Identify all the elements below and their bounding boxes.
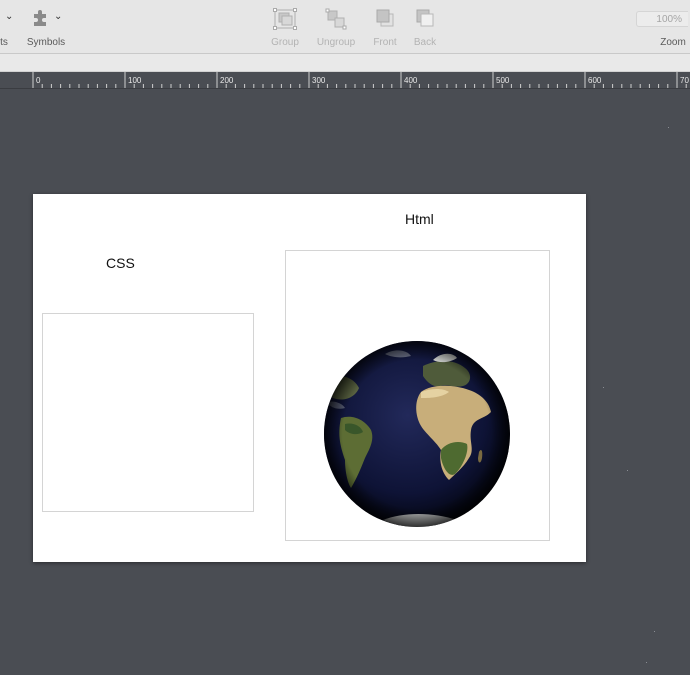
ruler-label-600: 600 xyxy=(588,76,602,85)
background-star xyxy=(603,387,604,388)
background-star xyxy=(646,662,647,663)
ruler-label-300: 300 xyxy=(312,76,326,85)
group-button[interactable]: Group xyxy=(265,0,305,53)
ruler-label-400: 400 xyxy=(404,76,418,85)
symbols-button[interactable]: ⌄ Symbols xyxy=(22,0,70,53)
group-icon xyxy=(273,8,297,30)
chevron-down-icon[interactable]: ⌄ xyxy=(5,11,13,22)
group-label: Group xyxy=(271,37,299,48)
html-text-label[interactable]: Html xyxy=(405,211,434,227)
background-star xyxy=(627,470,628,471)
ungroup-label: Ungroup xyxy=(316,37,356,48)
ungroup-button[interactable]: Ungroup xyxy=(314,0,358,53)
ungroup-icon xyxy=(325,8,347,30)
back-label: Back xyxy=(413,37,437,48)
zoom-label: Zoom xyxy=(660,37,686,48)
earth-globe-image[interactable] xyxy=(323,340,511,528)
zoom-field[interactable]: 100% xyxy=(636,11,688,27)
background-star xyxy=(654,631,655,632)
toolbar-divider-strip xyxy=(0,54,690,72)
background-star xyxy=(668,127,669,128)
ruler-label-200: 200 xyxy=(220,76,234,85)
ruler-label-500: 500 xyxy=(496,76,510,85)
ruler-label-100: 100 xyxy=(128,76,142,85)
symbols-icon xyxy=(34,10,46,26)
css-box[interactable] xyxy=(42,313,254,512)
back-button[interactable]: Back xyxy=(406,0,444,53)
front-label: Front xyxy=(373,37,397,48)
front-button[interactable]: Front xyxy=(366,0,404,53)
toolbar: ⌄ ts ⌄ Symbols Group Ungroup Front Back … xyxy=(0,0,690,54)
ruler-ticks xyxy=(32,72,687,88)
css-text-label[interactable]: CSS xyxy=(106,255,135,271)
chevron-down-icon: ⌄ xyxy=(54,11,63,22)
ruler-label-0: 0 xyxy=(36,76,41,85)
partial-toolbar-label: ts xyxy=(0,37,8,48)
bring-front-icon xyxy=(376,9,394,27)
symbols-label: Symbols xyxy=(26,37,66,48)
send-back-icon xyxy=(416,9,434,27)
ruler-label-700: 70 xyxy=(680,76,689,85)
horizontal-ruler[interactable]: 0 100 200 300 400 500 600 70 xyxy=(0,72,690,89)
